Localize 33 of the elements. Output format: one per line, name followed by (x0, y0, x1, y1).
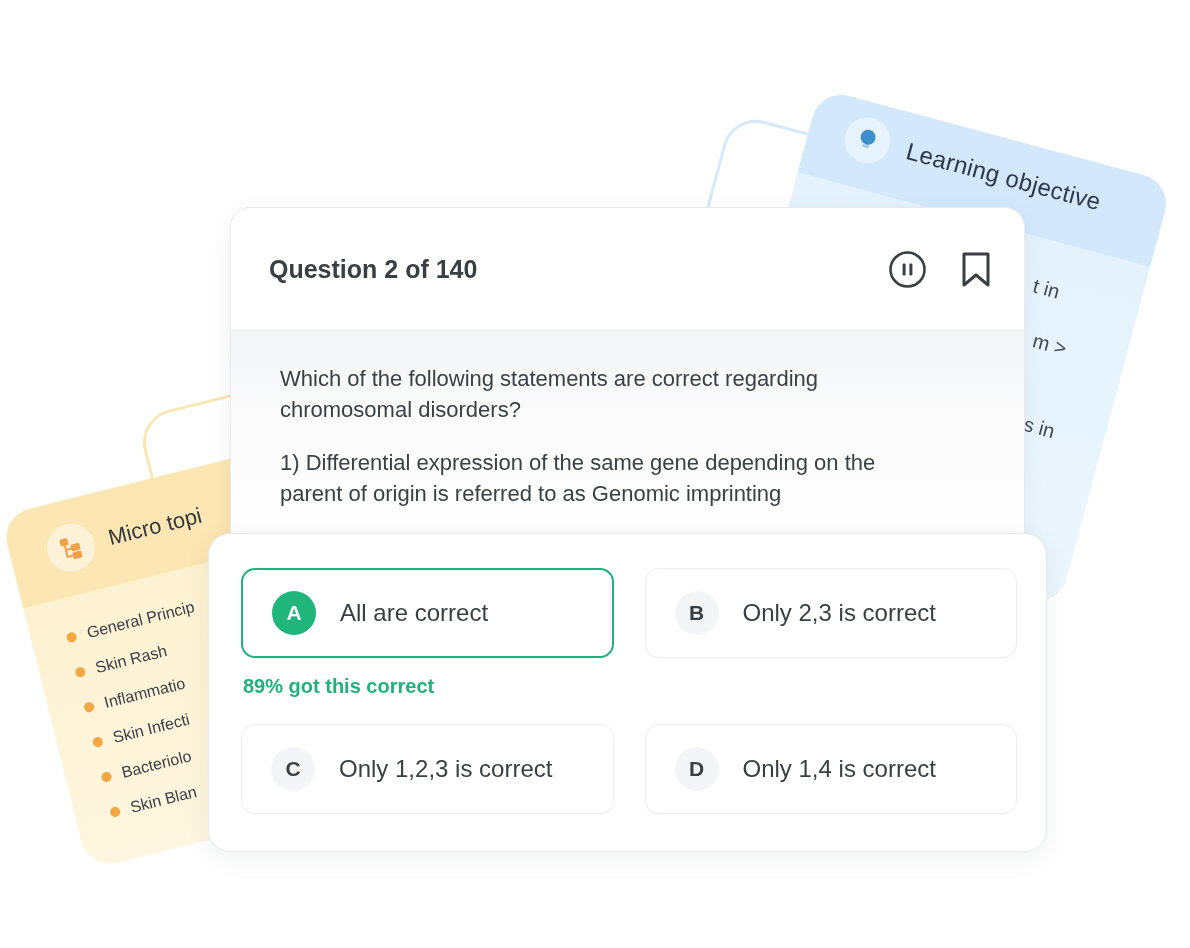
question-text: 1) Differential expression of the same gene depending on the parent of origin is referred to as Genomic imprinting (280, 449, 877, 508)
answer-option[interactable]: B Only 2,3 is correct (644, 568, 1017, 658)
bullet-icon (83, 701, 96, 714)
option-letter-badge: C (271, 747, 315, 791)
micro-topic-title: Micro topi (105, 503, 205, 550)
objective-text: t in (1030, 273, 1063, 304)
bullet-icon (100, 770, 113, 784)
bullet-icon (65, 631, 78, 644)
correct-rate: 89% got this correct (242, 675, 436, 697)
option-letter-badge: B (674, 591, 719, 635)
option-letter-badge: A (272, 591, 316, 635)
question-title: Question 2 of 140 (269, 254, 479, 284)
question-text: Which of the following statements are correct regarding chromosomal disorders? (280, 365, 820, 424)
option-text: Only 2,3 is correct (742, 599, 936, 627)
topic-item: General Princip (84, 597, 197, 644)
option-text: All are correct (340, 599, 489, 627)
answer-option[interactable]: A All are correct (241, 568, 614, 658)
objective-text: m > (1030, 328, 1070, 361)
bullet-icon (74, 666, 87, 679)
topic-item: Bacteriolo (119, 746, 194, 783)
bullet-icon (109, 805, 122, 818)
answer-option[interactable]: C Only 1,2,3 is correct (241, 724, 614, 814)
pause-icon[interactable] (889, 250, 926, 288)
option-text: Only 1,2,3 is correct (339, 755, 553, 783)
topic-item: Skin Blan (128, 782, 199, 818)
bullet-icon (91, 736, 104, 749)
bookmark-icon[interactable] (962, 251, 990, 287)
topic-item: Skin Infecti (110, 709, 192, 748)
topic-item: Skin Rash (93, 641, 170, 679)
option-letter-badge: D (674, 747, 719, 791)
objective-text: s in (1021, 411, 1058, 444)
answer-option[interactable]: D Only 1,4 is correct (644, 724, 1017, 814)
option-text: Only 1,4 is correct (742, 755, 936, 783)
